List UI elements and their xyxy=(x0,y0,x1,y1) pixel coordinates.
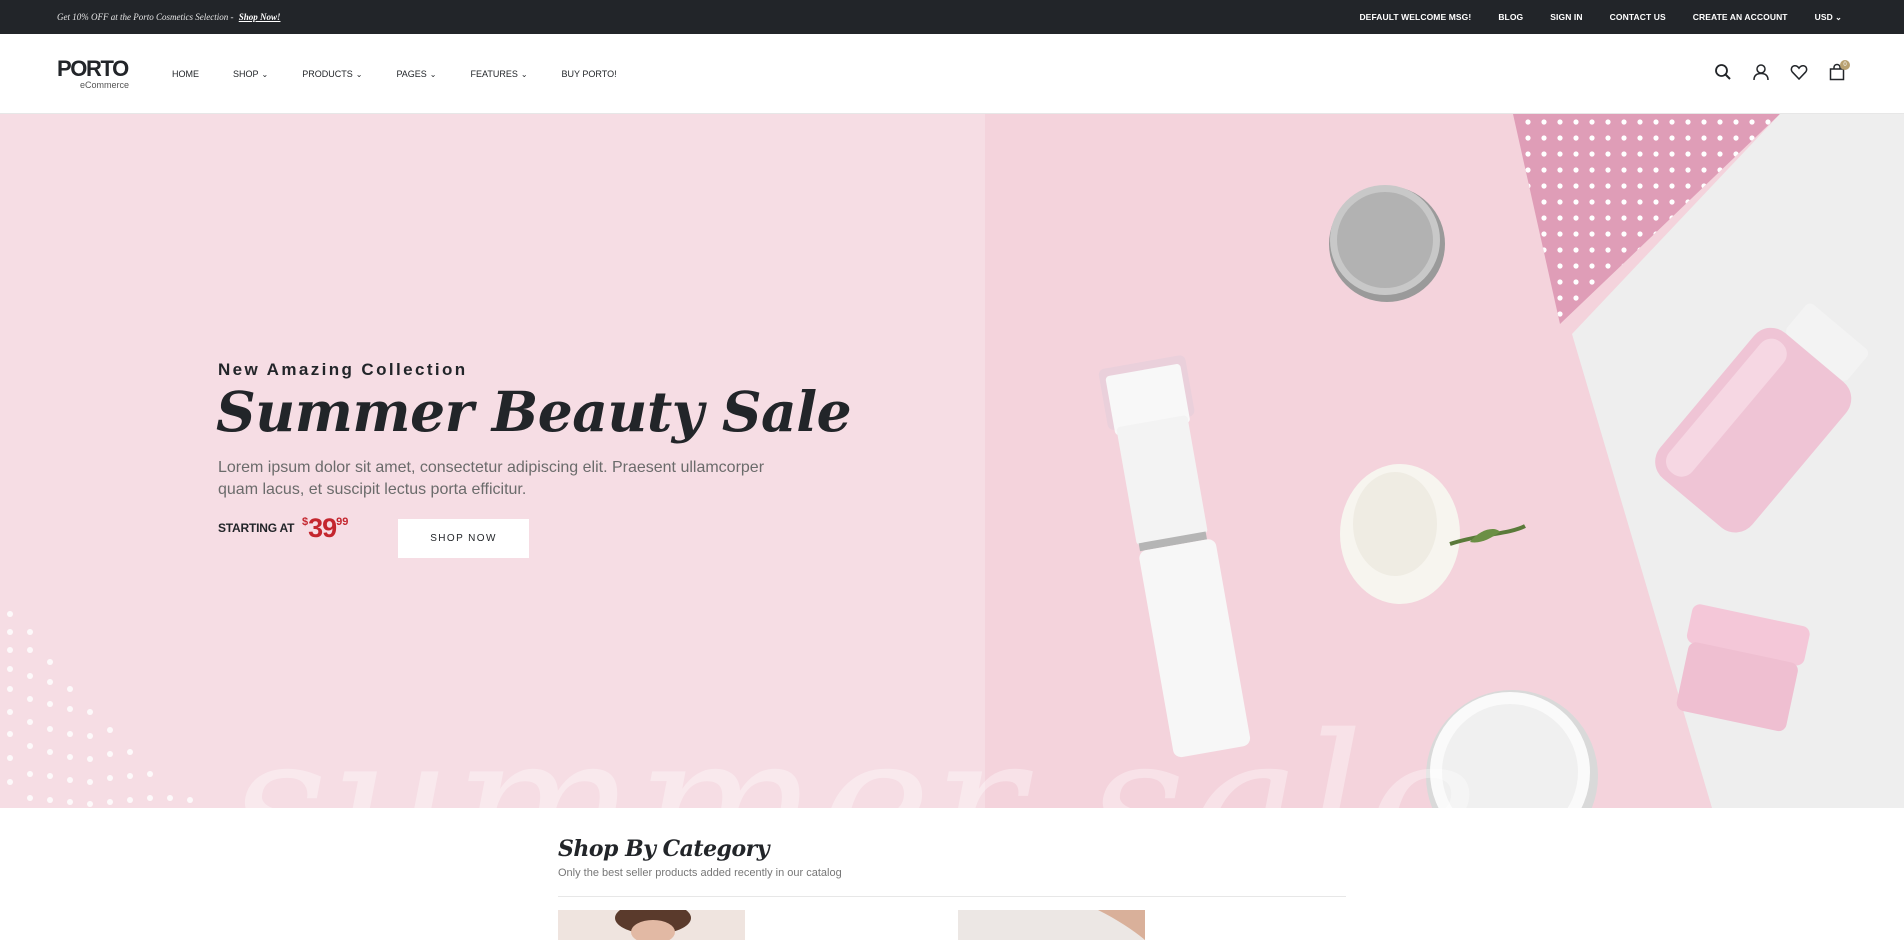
cart-count-badge: 0 xyxy=(1840,60,1850,70)
nav-features-label: FEATURES xyxy=(470,69,518,79)
main-header: PORTO eCommerce HOME SHOP ⌄ PRODUCTS ⌄ PAG… xyxy=(0,34,1904,114)
contact-us-link[interactable]: CONTACT US xyxy=(1610,12,1666,22)
section-divider xyxy=(558,896,1346,897)
chevron-down-icon: ⌄ xyxy=(261,70,269,79)
nav-home[interactable]: HOME xyxy=(172,69,199,79)
sign-in-link[interactable]: SIGN IN xyxy=(1550,12,1582,22)
welcome-message: DEFAULT WELCOME MSG! xyxy=(1359,12,1472,22)
heart-icon[interactable] xyxy=(1790,63,1808,81)
nav-buy-porto-label: BUY PORTO! xyxy=(561,69,617,79)
hero-banner: summer sale New Amazing Collection Summe… xyxy=(0,114,1904,808)
nav-features[interactable]: FEATURES ⌄ xyxy=(471,69,528,79)
nav-pages[interactable]: PAGES ⌄ xyxy=(396,69,436,79)
blog-link[interactable]: BLOG xyxy=(1498,12,1523,22)
section-subtitle: Only the best seller products added rece… xyxy=(558,867,842,879)
nav-buy-porto[interactable]: BUY PORTO! xyxy=(562,69,617,79)
nav-home-label: HOME xyxy=(172,69,199,79)
chevron-down-icon: ⌄ xyxy=(520,70,528,79)
site-logo[interactable]: PORTO eCommerce xyxy=(57,56,137,90)
nav-products-label: PRODUCTS xyxy=(302,69,353,79)
hero-price: $3999 xyxy=(302,513,348,544)
shop-now-button[interactable]: SHOP NOW xyxy=(398,519,529,558)
top-links: DEFAULT WELCOME MSG! BLOG SIGN IN CONTAC… xyxy=(1359,12,1842,22)
promo-text: Get 10% OFF at the Porto Cosmetics Selec… xyxy=(57,12,234,22)
price-decimal: 99 xyxy=(336,516,349,528)
create-account-link[interactable]: CREATE AN ACCOUNT xyxy=(1693,12,1788,22)
nav-shop[interactable]: SHOP ⌄ xyxy=(233,69,268,79)
promo-message: Get 10% OFF at the Porto Cosmetics Selec… xyxy=(57,12,280,22)
price-currency: $ xyxy=(302,516,309,528)
hero-title: Summer Beauty Sale xyxy=(216,379,852,444)
nav-shop-label: SHOP xyxy=(233,69,259,79)
main-nav: HOME SHOP ⌄ PRODUCTS ⌄ PAGES ⌄ FEATURES ⌄ BU… xyxy=(172,69,651,79)
user-icon[interactable] xyxy=(1752,63,1770,81)
hero-subtitle: New Amazing Collection xyxy=(218,360,468,379)
chevron-down-icon: ⌄ xyxy=(429,70,437,79)
top-promo-bar: Get 10% OFF at the Porto Cosmetics Selec… xyxy=(0,0,1904,34)
cart-icon[interactable]: 0 xyxy=(1828,60,1850,81)
logo-subtitle: eCommerce xyxy=(80,80,130,90)
category-image xyxy=(958,910,1145,940)
price-integer: 39 xyxy=(308,513,337,543)
section-title: Shop By Category xyxy=(558,836,770,862)
search-icon[interactable] xyxy=(1714,63,1732,81)
header-icons: 0 xyxy=(1714,60,1850,81)
currency-selector[interactable]: USD xyxy=(1815,12,1842,22)
logo-brand: PORTO xyxy=(57,56,129,81)
category-image xyxy=(558,910,745,940)
category-card[interactable] xyxy=(558,910,745,940)
chevron-down-icon: ⌄ xyxy=(355,70,363,79)
nav-products[interactable]: PRODUCTS ⌄ xyxy=(302,69,362,79)
hero-watermark-text: summer sale xyxy=(230,694,1480,808)
nav-pages-label: PAGES xyxy=(396,69,427,79)
category-card[interactable] xyxy=(958,910,1145,940)
hero-description: Lorem ipsum dolor sit amet, consectetur … xyxy=(218,459,765,498)
promo-shop-now-link[interactable]: Shop Now! xyxy=(239,12,281,22)
starting-at-label: STARTING AT xyxy=(218,521,295,535)
